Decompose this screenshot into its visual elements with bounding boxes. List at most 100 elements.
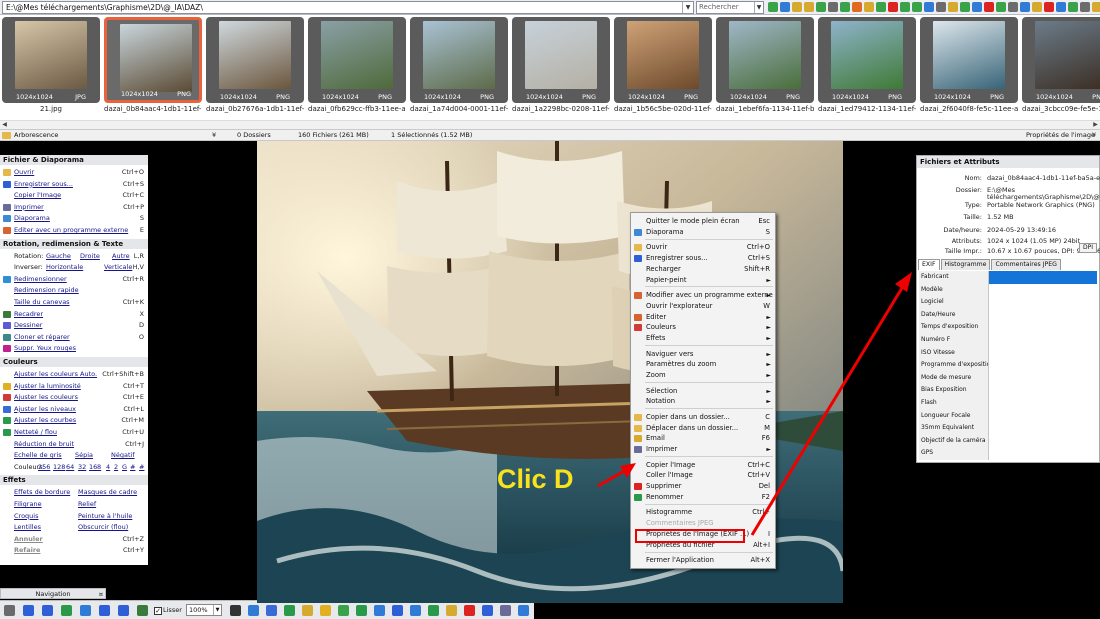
tool-label[interactable]: Croquis [14, 511, 38, 522]
menu-item[interactable]: Naviguer vers ► [631, 349, 775, 360]
chevron-down-icon[interactable]: ▼ [754, 2, 763, 13]
bottom-tool-icon[interactable] [137, 605, 148, 616]
tree-label[interactable]: Arborescence [14, 130, 58, 141]
tool-row[interactable]: Lentilles Obscurcir (flou) [0, 522, 148, 533]
toolbar-icon-19[interactable] [984, 2, 994, 12]
tool-label[interactable]: Copier l'Image [14, 190, 61, 201]
zoom-select[interactable]: 100% ▼ [186, 604, 222, 616]
menu-item[interactable]: Imprimer ► [631, 444, 775, 455]
tool-label[interactable]: Lentilles [14, 522, 41, 533]
tool-row[interactable]: Dessiner D [0, 320, 148, 331]
exif-value[interactable] [989, 271, 1097, 284]
tool-label[interactable]: Dessiner [14, 320, 42, 331]
scroll-left-icon[interactable]: ◀ [0, 121, 9, 129]
exif-value[interactable] [989, 409, 1097, 423]
chevron-down-icon[interactable]: ¥ [1092, 130, 1096, 141]
tool-row[interactable]: Croquis Peinture à l'huile [0, 511, 148, 522]
menu-item[interactable]: Sélection ► [631, 386, 775, 397]
tool-label[interactable]: Cloner et réparer [14, 332, 70, 343]
bottom-tool-icon[interactable] [320, 605, 331, 616]
menu-item[interactable]: Supprimer Del [631, 481, 775, 492]
bottom-tool-icon[interactable] [284, 605, 295, 616]
tab-exif[interactable]: EXIF [918, 259, 940, 270]
tool-row[interactable]: Copier l'Image Ctrl+C [0, 190, 148, 201]
bottom-tool-icon[interactable] [4, 605, 15, 616]
tool-label[interactable]: Ajuster les courbes [14, 415, 76, 426]
tool-row[interactable]: Suppr. Yeux rouges [0, 343, 148, 354]
thumbnail-card[interactable]: 1024x1024 PNG [410, 17, 508, 103]
tool-label[interactable]: Réduction de bruit [14, 439, 74, 450]
thumbnail[interactable]: 1024x1024 PNG dazai_1ed79412-1134-11ef-b..… [818, 17, 916, 117]
bottom-tool-icon[interactable] [446, 605, 457, 616]
menu-item[interactable]: Copier dans un dossier... C [631, 412, 775, 423]
exif-row[interactable]: Temps d'exposition [919, 321, 1097, 334]
tool-label[interactable]: Editer avec un programme externe [14, 225, 128, 236]
thumbnail-name[interactable]: dazai_1a74d004-0001-11ef-a... [410, 105, 508, 113]
menu-item[interactable]: Editer ► [631, 312, 775, 323]
menu-item[interactable]: Fermer l'Application Alt+X [631, 555, 775, 566]
chevron-down-icon[interactable]: ¥ [212, 130, 216, 141]
toolbar-icon-17[interactable] [960, 2, 970, 12]
tool-option[interactable]: 4 [106, 462, 110, 473]
tool-row[interactable]: Diaporama S [0, 213, 148, 224]
tool-row[interactable]: Filigrane Relief [0, 499, 148, 510]
thumbnail-name[interactable]: dazai_0fb629cc-ffb3-11ee-a... [308, 105, 406, 113]
toolbar-icon-18[interactable] [972, 2, 982, 12]
bottom-tool-icon[interactable] [428, 605, 439, 616]
toolbar-icon-23[interactable] [1032, 2, 1042, 12]
toolbar-icon-25[interactable] [1056, 2, 1066, 12]
bottom-tool-icon[interactable] [374, 605, 385, 616]
exif-value[interactable] [989, 384, 1097, 397]
toolbar-icon-20[interactable] [996, 2, 1006, 12]
bottom-tool-icon[interactable] [338, 605, 349, 616]
bottom-tool-icon[interactable] [410, 605, 421, 616]
pin-icon[interactable]: ¤ [99, 589, 103, 600]
toolbar-icon-7[interactable] [840, 2, 850, 12]
tool-option[interactable]: Verticale [104, 262, 132, 273]
tool-option[interactable]: Négatif [111, 450, 135, 461]
exif-row[interactable]: Programme d'exposition [919, 359, 1097, 372]
exif-value[interactable] [989, 283, 1097, 297]
tool-label[interactable]: Ouvrir [14, 167, 34, 178]
bottom-tool-icon[interactable] [23, 605, 34, 616]
thumbnail-card[interactable]: 1024x1024 PNG [104, 17, 202, 103]
exif-value[interactable] [989, 371, 1097, 385]
chevron-down-icon[interactable]: ▼ [682, 2, 693, 13]
menu-item[interactable]: Histogramme Ctrl+ [631, 507, 775, 518]
tool-label[interactable]: Ajuster les couleurs Auto. [14, 369, 97, 380]
bottom-tool-icon[interactable] [266, 605, 277, 616]
exif-value[interactable] [989, 434, 1097, 448]
tool-row[interactable]: Cloner et réparer O [0, 332, 148, 343]
smooth-checkbox[interactable]: ✓ Lisser [154, 605, 182, 616]
bottom-tool-icon[interactable] [230, 605, 241, 616]
tool-row[interactable]: Ajuster la luminosité Ctrl+T [0, 381, 148, 392]
tool-row[interactable]: Editer avec un programme externe E [0, 225, 148, 236]
toolbar-icon-14[interactable] [924, 2, 934, 12]
tool-row[interactable]: Enregistrer sous... Ctrl+S [0, 179, 148, 190]
tool-row[interactable]: Echelle de gris Sépia Négatif [0, 450, 148, 461]
thumbnail-name[interactable]: dazai_1b56c5be-020d-11ef-a... [614, 105, 712, 113]
thumbnail-name[interactable]: dazai_2f6040f8-fe5c-11ee-a7... [920, 105, 1018, 113]
thumbnail-name[interactable]: dazai_3cbcc09e-fe5e-11ee-a... [1022, 105, 1100, 113]
menu-item[interactable]: Papier-peint ► [631, 275, 775, 286]
tool-option[interactable]: Obscurcir (flou) [78, 522, 128, 533]
toolbar-icon-16[interactable] [948, 2, 958, 12]
tool-option[interactable]: Peinture à l'huile [78, 511, 132, 522]
exif-row[interactable]: Objectif de la caméra [919, 434, 1097, 448]
toolbar-icon-22[interactable] [1020, 2, 1030, 12]
tool-row[interactable]: Taille du canevas Ctrl+K [0, 297, 148, 308]
exif-row[interactable]: GPS [919, 447, 1097, 460]
path-input[interactable]: E:\@Mes téléchargements\Graphisme\2D\@_I… [2, 1, 694, 14]
tool-row[interactable]: Effets de bordure Masques de cadre [0, 487, 148, 498]
tool-label[interactable]: Ajuster les couleurs [14, 392, 78, 403]
tool-row[interactable]: Netteté / flou Ctrl+U [0, 427, 148, 438]
exif-row[interactable]: ISO Vitesse [919, 346, 1097, 360]
tool-label[interactable]: Redimension rapide [14, 285, 79, 296]
toolbar-icon-9[interactable] [864, 2, 874, 12]
tool-option[interactable]: Autre [112, 251, 130, 262]
tool-row[interactable]: Recadrer X [0, 309, 148, 320]
toolbar-icon-10[interactable] [876, 2, 886, 12]
scroll-right-icon[interactable]: ▶ [1091, 121, 1100, 129]
tool-row[interactable]: Ajuster les couleurs Ctrl+E [0, 392, 148, 403]
exif-row[interactable]: Date/Heure [919, 308, 1097, 322]
